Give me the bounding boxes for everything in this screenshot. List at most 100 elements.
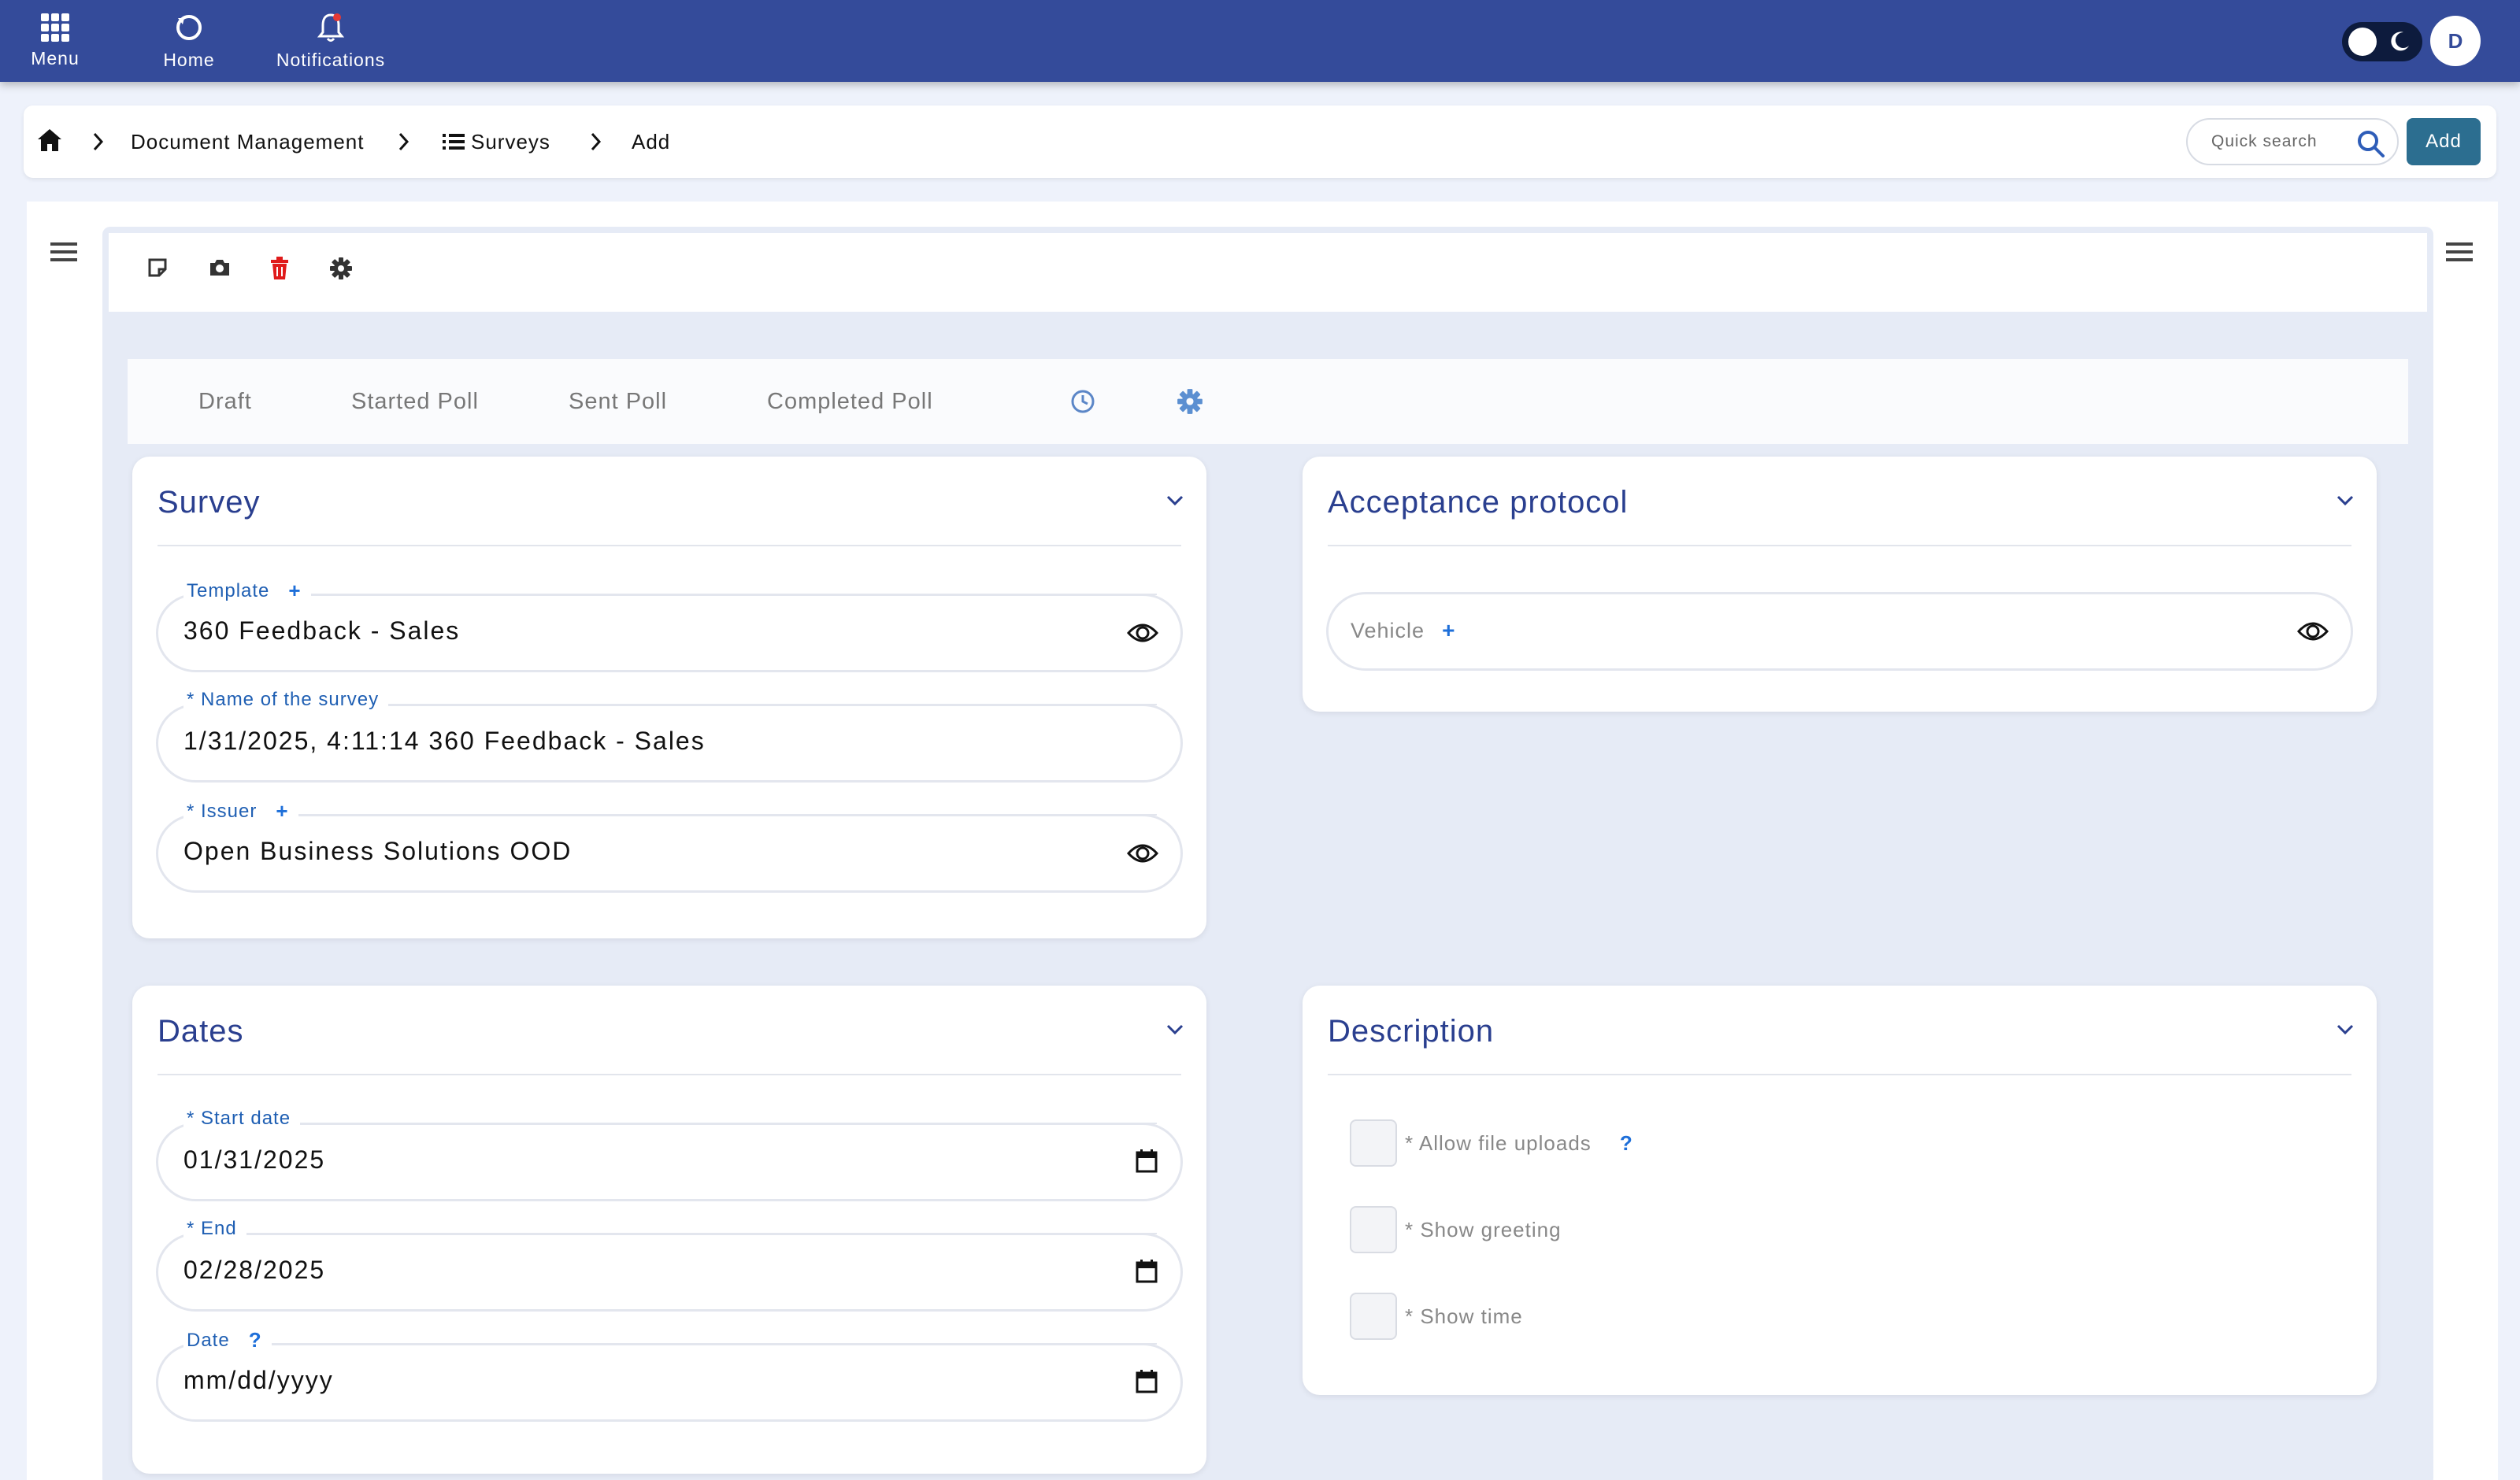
status-tabs: Draft Started Poll Sent Poll Completed P… — [128, 359, 2408, 444]
description-card-title: Description — [1328, 1014, 1495, 1049]
chevron-right-icon — [93, 132, 104, 151]
top-navigation-bar: Menu Home Notifications D — [0, 0, 2520, 82]
camera-icon[interactable] — [208, 257, 232, 279]
allow-file-uploads-checkbox[interactable] — [1350, 1119, 1397, 1167]
tab-settings[interactable] — [1177, 359, 1203, 444]
field-border — [344, 1123, 1157, 1124]
chevron-down-icon[interactable] — [2336, 1023, 2355, 1036]
show-greeting-checkbox[interactable] — [1350, 1206, 1397, 1253]
chevron-down-icon[interactable] — [1166, 494, 1184, 507]
acceptance-protocol-card: Acceptance protocol Vehicle + — [1303, 457, 2377, 712]
description-card: Description * Allow file uploads ? * Sho… — [1303, 986, 2377, 1395]
eye-icon[interactable] — [2297, 618, 2329, 645]
quick-search-input[interactable] — [2211, 132, 2353, 151]
clock-icon — [1071, 390, 1095, 413]
tab-draft[interactable]: Draft — [198, 359, 252, 444]
add-vehicle-button[interactable]: + — [1442, 618, 1455, 643]
form-toolbar — [109, 233, 2427, 312]
show-time-label: * Show time — [1405, 1304, 1523, 1328]
gear-icon[interactable] — [329, 257, 353, 280]
left-hamburger-icon[interactable] — [50, 242, 77, 263]
field-border — [426, 704, 1157, 705]
template-value: 360 Feedback - Sales — [183, 616, 461, 645]
trash-icon[interactable] — [269, 257, 290, 280]
start-date-field[interactable]: * Start date 01/31/2025 — [156, 1108, 1183, 1201]
user-avatar[interactable]: D — [2430, 16, 2481, 66]
tab-sent-poll[interactable]: Sent Poll — [569, 359, 667, 444]
add-issuer-button[interactable]: + — [276, 799, 288, 823]
home-button[interactable]: Home — [156, 0, 222, 82]
vehicle-field[interactable]: Vehicle + — [1326, 592, 2353, 671]
field-border — [284, 1343, 1157, 1345]
theme-toggle[interactable] — [2342, 22, 2422, 61]
field-border — [269, 1233, 1157, 1234]
refresh-home-icon — [176, 14, 202, 40]
template-field[interactable]: Template + 360 Feedback - Sales — [156, 579, 1183, 672]
breadcrumb-surveys[interactable]: Surveys — [443, 105, 550, 178]
breadcrumb-surveys-label: Surveys — [471, 129, 550, 154]
chevron-right-icon — [398, 132, 410, 151]
add-button[interactable]: Add — [2407, 118, 2481, 165]
issuer-field[interactable]: * Issuer + Open Business Solutions OOD — [156, 799, 1183, 893]
search-icon[interactable] — [2356, 129, 2386, 159]
add-template-button[interactable]: + — [288, 579, 301, 603]
survey-card-title: Survey — [158, 485, 261, 520]
allow-file-uploads-help-icon[interactable]: ? — [1620, 1131, 1632, 1156]
menu-label: Menu — [31, 47, 80, 68]
breadcrumb-document-management[interactable]: Document Management — [131, 105, 364, 178]
show-time-row: * Show time — [1350, 1293, 1523, 1340]
date-help-icon[interactable]: ? — [249, 1328, 262, 1352]
note-icon[interactable] — [146, 257, 169, 279]
vehicle-label-text: Vehicle — [1351, 618, 1425, 642]
dates-card: Dates * Start date 01/31/2025 * End 02/2… — [132, 986, 1206, 1474]
acceptance-card-title: Acceptance protocol — [1328, 485, 1629, 520]
survey-name-value: 1/31/2025, 4:11:14 360 Feedback - Sales — [183, 727, 706, 755]
quick-search — [2186, 118, 2399, 165]
end-date-field[interactable]: * End 02/28/2025 — [156, 1218, 1183, 1312]
tab-history[interactable] — [1069, 359, 1096, 444]
list-icon — [443, 134, 465, 150]
tab-started-poll[interactable]: Started Poll — [351, 359, 479, 444]
form-container: Draft Started Poll Sent Poll Completed P… — [102, 227, 2433, 1480]
end-date-value: 02/28/2025 — [183, 1256, 326, 1284]
bell-icon — [317, 13, 345, 42]
tab-completed-poll[interactable]: Completed Poll — [767, 359, 933, 444]
calendar-icon[interactable] — [1135, 1369, 1158, 1394]
chevron-down-icon[interactable] — [1166, 1023, 1184, 1036]
home-label: Home — [163, 49, 215, 70]
notifications-button[interactable]: Notifications — [266, 0, 395, 82]
show-time-checkbox[interactable] — [1350, 1293, 1397, 1340]
menu-button[interactable]: Menu — [24, 0, 87, 82]
eye-icon[interactable] — [1127, 620, 1158, 646]
moon-icon — [2391, 31, 2409, 51]
eye-icon[interactable] — [1127, 840, 1158, 867]
breadcrumb-bar: Document Management Surveys Add Add — [24, 105, 2496, 178]
show-greeting-row: * Show greeting — [1350, 1206, 1562, 1253]
issuer-label-text: * Issuer — [187, 800, 258, 822]
start-date-label: * Start date — [183, 1108, 301, 1130]
vehicle-label: Vehicle + — [1351, 618, 1455, 643]
survey-name-field[interactable]: * Name of the survey 1/31/2025, 4:11:14 … — [156, 689, 1183, 783]
divider — [158, 545, 1181, 546]
date-label-text: Date — [187, 1329, 230, 1351]
allow-file-uploads-row: * Allow file uploads ? — [1350, 1119, 1632, 1167]
field-border — [347, 594, 1157, 595]
breadcrumb-add: Add — [632, 129, 671, 154]
divider — [158, 1074, 1181, 1075]
show-greeting-label: * Show greeting — [1405, 1217, 1562, 1241]
dates-card-title: Dates — [158, 1014, 244, 1049]
start-date-value: 01/31/2025 — [183, 1145, 326, 1174]
right-hamburger-icon[interactable] — [2446, 242, 2473, 263]
calendar-icon[interactable] — [1135, 1259, 1158, 1284]
survey-name-label: * Name of the survey — [183, 689, 389, 711]
template-label: Template + — [183, 579, 311, 603]
gear-icon — [1177, 389, 1203, 414]
field-border — [332, 814, 1157, 816]
chevron-down-icon[interactable] — [2336, 494, 2355, 507]
main-panel: Draft Started Poll Sent Poll Completed P… — [27, 202, 2498, 1480]
calendar-icon[interactable] — [1135, 1149, 1158, 1174]
date-field[interactable]: Date ? mm/dd/yyyy — [156, 1328, 1183, 1422]
date-label: Date ? — [183, 1328, 272, 1352]
home-icon[interactable] — [36, 128, 63, 153]
chevron-right-icon — [591, 132, 602, 151]
